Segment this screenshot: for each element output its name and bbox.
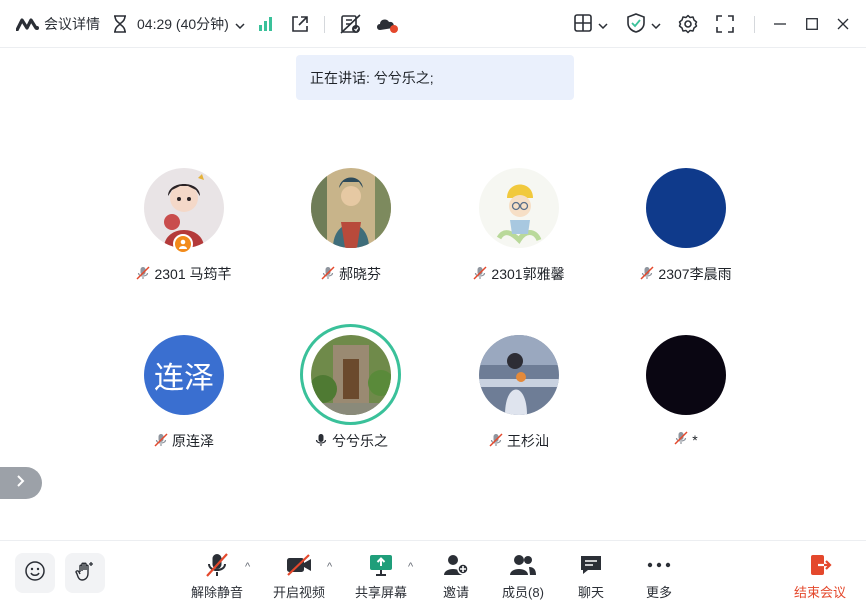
chevron-down-icon [235, 16, 245, 32]
title-divider [324, 16, 325, 33]
more-button[interactable]: 更多 [627, 551, 691, 603]
chat-button[interactable]: 聊天 [559, 551, 623, 603]
avatar [646, 168, 726, 248]
share-screen-icon [368, 551, 394, 579]
chat-icon [579, 551, 603, 579]
title-bar: 会议详情 04:29 (40分钟) [0, 0, 866, 48]
participant-tile[interactable]: 王杉汕 [434, 335, 604, 475]
participant-tile[interactable]: 2307李晨雨 [601, 168, 771, 308]
participant-name: 郝晓芬 [266, 264, 436, 284]
bottom-toolbar: 解除静音 ^ 开启视频 ^ 共享屏幕 ^ 邀请 成员(8) 聊天 更多 结束会议 [0, 540, 866, 606]
chevron-down-icon [651, 16, 661, 32]
more-dots-icon [647, 551, 671, 579]
invite-button[interactable]: 邀请 [424, 551, 488, 603]
expand-panel-button[interactable] [0, 467, 42, 499]
shield-check-icon [627, 12, 645, 36]
mic-muted-icon [640, 265, 654, 283]
mic-muted-icon [154, 432, 168, 450]
participant-name: 2301郭雅馨 [434, 264, 604, 284]
members-icon [509, 551, 537, 579]
video-options-chevron-icon[interactable]: ^ [327, 561, 332, 573]
avatar-initials: 连泽 [154, 362, 214, 395]
participant-name: 王杉汕 [434, 431, 604, 451]
meeting-details-button[interactable]: 会议详情 [16, 0, 100, 48]
fullscreen-icon[interactable] [716, 0, 734, 48]
share-screen-button[interactable]: 共享屏幕 [349, 551, 413, 603]
close-icon[interactable] [837, 0, 849, 48]
hourglass-icon [113, 15, 127, 33]
participant-tile[interactable]: * [601, 335, 771, 475]
participant-tile[interactable]: 郝晓芬 [266, 168, 436, 308]
start-video-button[interactable]: 开启视频 [267, 551, 331, 603]
mic-muted-icon [136, 265, 150, 283]
mic-muted-icon [674, 431, 688, 448]
chevron-right-icon [17, 474, 25, 492]
participant-name: 兮兮乐之 [266, 431, 436, 451]
participant-name: * [601, 431, 771, 448]
exit-icon [808, 551, 832, 579]
mic-options-chevron-icon[interactable]: ^ [245, 561, 250, 573]
members-button[interactable]: 成员(8) [491, 551, 555, 603]
timer-text: 04:29 (40分钟) [137, 16, 229, 32]
add-user-icon [443, 551, 469, 579]
external-link-icon[interactable] [290, 0, 310, 48]
unmute-button[interactable]: 解除静音 [185, 551, 249, 603]
hand-icon [74, 560, 96, 587]
maximize-icon[interactable] [806, 0, 818, 48]
layout-switch-button[interactable] [574, 0, 608, 48]
meeting-details-label: 会议详情 [44, 16, 100, 32]
cloud-record-icon[interactable] [374, 0, 400, 48]
avatar: 连泽 [144, 335, 224, 415]
share-options-chevron-icon[interactable]: ^ [408, 561, 413, 573]
avatar [479, 335, 559, 415]
participant-tile[interactable]: 2301 马筠芊 [99, 168, 269, 308]
host-badge [173, 234, 193, 254]
tencent-meeting-logo-icon [16, 17, 40, 31]
settings-gear-icon[interactable] [678, 0, 698, 48]
participant-name: 2307李晨雨 [601, 264, 771, 284]
avatar [646, 335, 726, 415]
mic-muted-icon [473, 265, 487, 283]
camera-off-icon [285, 551, 313, 579]
security-button[interactable] [627, 0, 661, 48]
smiley-icon [24, 560, 46, 587]
avatar [311, 335, 391, 415]
speaking-indicator: 正在讲话: 兮兮乐之; [296, 55, 574, 100]
chevron-down-icon [598, 16, 608, 32]
participant-name: 原连泽 [99, 431, 269, 451]
participant-tile[interactable]: 兮兮乐之 [266, 324, 436, 475]
mic-on-icon [314, 433, 328, 450]
recording-off-icon[interactable] [340, 0, 362, 48]
participant-name: 2301 马筠芊 [99, 264, 269, 284]
minimize-icon[interactable] [774, 0, 786, 48]
reaction-button[interactable] [15, 553, 55, 593]
raise-hand-button[interactable] [65, 553, 105, 593]
mic-muted-icon [489, 432, 503, 450]
avatar [311, 168, 391, 248]
participant-tile[interactable]: 2301郭雅馨 [434, 168, 604, 308]
grid-layout-icon [574, 13, 592, 35]
end-meeting-button[interactable]: 结束会议 [788, 551, 852, 603]
mic-muted-icon [205, 551, 229, 579]
title-divider [754, 16, 755, 33]
participant-tile[interactable]: 连泽 原连泽 [99, 335, 269, 475]
mic-muted-icon [321, 265, 335, 283]
avatar [479, 168, 559, 248]
meeting-timer[interactable]: 04:29 (40分钟) [113, 0, 245, 48]
network-signal-icon[interactable] [258, 0, 274, 48]
